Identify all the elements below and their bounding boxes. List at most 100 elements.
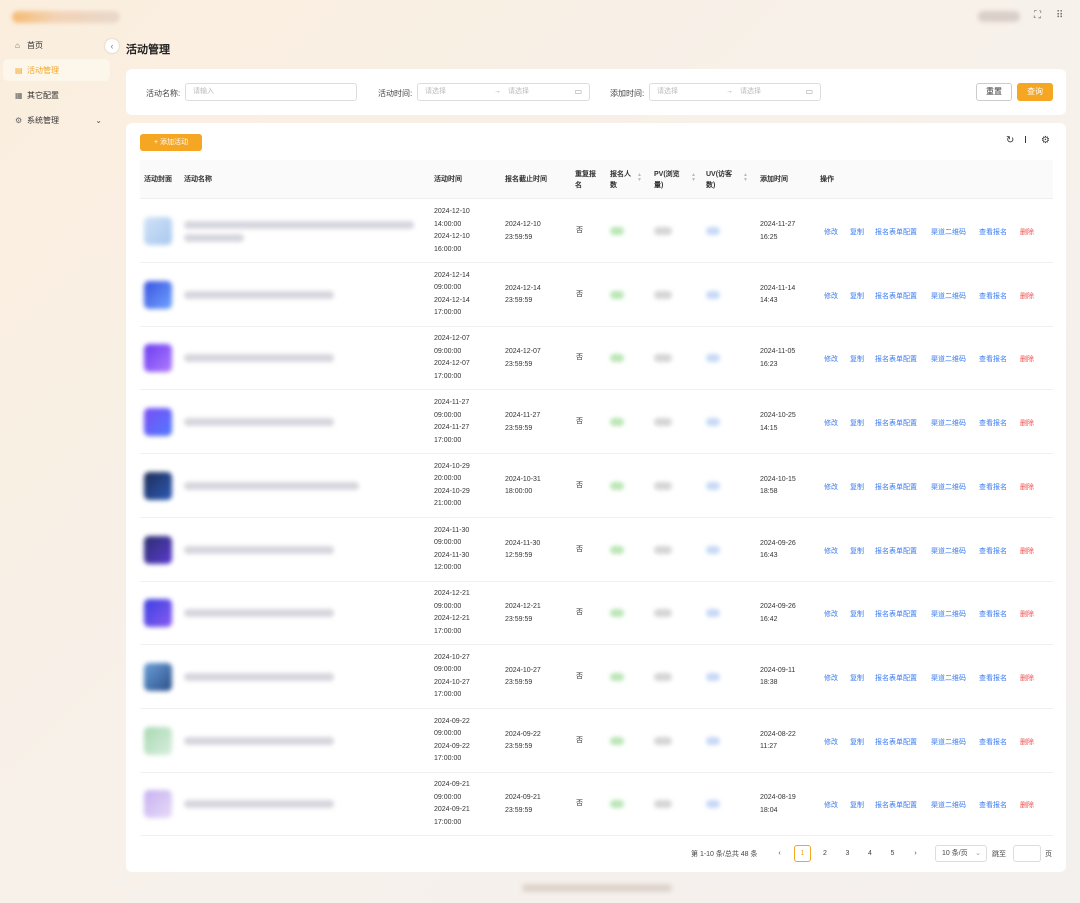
edit-button[interactable]: 修改: [824, 227, 838, 237]
delete-button[interactable]: 删除: [1020, 800, 1034, 810]
form-config-button[interactable]: 报名表单配置: [875, 418, 917, 428]
settings-icon[interactable]: ⚙: [1041, 135, 1050, 146]
search-button[interactable]: 查询: [1017, 83, 1053, 101]
copy-button[interactable]: 复制: [850, 673, 864, 683]
jump-page-input[interactable]: [1013, 845, 1041, 862]
copy-button[interactable]: 复制: [850, 482, 864, 492]
view-signups-button[interactable]: 查看报名: [979, 800, 1007, 810]
form-config-button[interactable]: 报名表单配置: [875, 354, 917, 364]
density-icon[interactable]: Ⅰ: [1024, 135, 1027, 146]
page-2-button[interactable]: 2: [817, 845, 834, 862]
delete-button[interactable]: 删除: [1020, 546, 1034, 556]
copy-button[interactable]: 复制: [850, 737, 864, 747]
channel-qrcode-button[interactable]: 渠道二维码: [931, 673, 966, 683]
form-config-button[interactable]: 报名表单配置: [875, 227, 917, 237]
form-config-button[interactable]: 报名表单配置: [875, 482, 917, 492]
activity-name[interactable]: [184, 545, 334, 554]
delete-button[interactable]: 删除: [1020, 418, 1034, 428]
more-icon[interactable]: ⠿: [1056, 10, 1063, 21]
fullscreen-icon[interactable]: ⛶: [1034, 10, 1041, 21]
user-menu[interactable]: [978, 11, 1020, 22]
form-config-button[interactable]: 报名表单配置: [875, 546, 917, 556]
edit-button[interactable]: 修改: [824, 673, 838, 683]
reset-button[interactable]: 重置: [976, 83, 1012, 101]
edit-button[interactable]: 修改: [824, 737, 838, 747]
delete-button[interactable]: 删除: [1020, 227, 1034, 237]
channel-qrcode-button[interactable]: 渠道二维码: [931, 227, 966, 237]
sidebar-item-system[interactable]: ⚙ 系统管理 ⌄: [3, 109, 110, 131]
view-signups-button[interactable]: 查看报名: [979, 482, 1007, 492]
delete-button[interactable]: 删除: [1020, 482, 1034, 492]
view-signups-button[interactable]: 查看报名: [979, 673, 1007, 683]
activity-name[interactable]: [184, 354, 334, 363]
view-signups-button[interactable]: 查看报名: [979, 291, 1007, 301]
col-signups[interactable]: 报名人数: [610, 160, 636, 199]
sort-uv-icon[interactable]: ▲ ▼: [743, 173, 748, 183]
activity-name[interactable]: [184, 221, 414, 229]
delete-button[interactable]: 删除: [1020, 737, 1034, 747]
edit-button[interactable]: 修改: [824, 482, 838, 492]
form-config-button[interactable]: 报名表单配置: [875, 291, 917, 301]
view-signups-button[interactable]: 查看报名: [979, 546, 1007, 556]
delete-button[interactable]: 删除: [1020, 291, 1034, 301]
activity-name-input[interactable]: 请输入: [185, 83, 357, 101]
channel-qrcode-button[interactable]: 渠道二维码: [931, 291, 966, 301]
sort-pv-icon[interactable]: ▲ ▼: [691, 173, 696, 183]
next-page-button[interactable]: ›: [907, 845, 924, 862]
channel-qrcode-button[interactable]: 渠道二维码: [931, 354, 966, 364]
copy-button[interactable]: 复制: [850, 418, 864, 428]
add-activity-button[interactable]: + 添加活动: [140, 134, 202, 151]
copy-button[interactable]: 复制: [850, 609, 864, 619]
edit-button[interactable]: 修改: [824, 546, 838, 556]
copy-button[interactable]: 复制: [850, 354, 864, 364]
delete-button[interactable]: 删除: [1020, 673, 1034, 683]
activity-name[interactable]: [184, 609, 334, 618]
page-1-button[interactable]: 1: [794, 845, 811, 862]
copy-button[interactable]: 复制: [850, 291, 864, 301]
view-signups-button[interactable]: 查看报名: [979, 354, 1007, 364]
page-size-select[interactable]: 10 条/页 ⌄: [935, 845, 987, 862]
edit-button[interactable]: 修改: [824, 800, 838, 810]
channel-qrcode-button[interactable]: 渠道二维码: [931, 546, 966, 556]
collapse-sidebar-button[interactable]: ‹: [105, 39, 119, 53]
channel-qrcode-button[interactable]: 渠道二维码: [931, 737, 966, 747]
activity-name[interactable]: [184, 800, 334, 809]
form-config-button[interactable]: 报名表单配置: [875, 609, 917, 619]
form-config-button[interactable]: 报名表单配置: [875, 673, 917, 683]
sort-signups-icon[interactable]: ▲ ▼: [637, 173, 642, 183]
activity-name[interactable]: [184, 672, 334, 681]
activity-name[interactable]: [184, 418, 334, 427]
page-3-button[interactable]: 3: [839, 845, 856, 862]
page-4-button[interactable]: 4: [862, 845, 879, 862]
copy-button[interactable]: 复制: [850, 800, 864, 810]
channel-qrcode-button[interactable]: 渠道二维码: [931, 609, 966, 619]
channel-qrcode-button[interactable]: 渠道二维码: [931, 482, 966, 492]
sidebar-item-activity[interactable]: ▤ 活动管理: [3, 59, 110, 81]
activity-name[interactable]: [184, 736, 334, 745]
prev-page-button[interactable]: ‹: [771, 845, 788, 862]
delete-button[interactable]: 删除: [1020, 609, 1034, 619]
activity-time-range[interactable]: 请选择 → 请选择 ▭: [417, 83, 590, 101]
sidebar-item-home[interactable]: ⌂ 首页: [3, 34, 110, 56]
view-signups-button[interactable]: 查看报名: [979, 737, 1007, 747]
edit-button[interactable]: 修改: [824, 609, 838, 619]
edit-button[interactable]: 修改: [824, 354, 838, 364]
form-config-button[interactable]: 报名表单配置: [875, 800, 917, 810]
edit-button[interactable]: 修改: [824, 418, 838, 428]
view-signups-button[interactable]: 查看报名: [979, 418, 1007, 428]
view-signups-button[interactable]: 查看报名: [979, 609, 1007, 619]
refresh-icon[interactable]: ↻: [1006, 135, 1014, 146]
page-5-button[interactable]: 5: [884, 845, 901, 862]
channel-qrcode-button[interactable]: 渠道二维码: [931, 418, 966, 428]
col-uv[interactable]: UV(访客数): [706, 160, 740, 199]
sidebar-item-other-config[interactable]: ▦ 其它配置: [3, 84, 110, 106]
add-time-range[interactable]: 请选择 → 请选择 ▭: [649, 83, 821, 101]
view-signups-button[interactable]: 查看报名: [979, 227, 1007, 237]
edit-button[interactable]: 修改: [824, 291, 838, 301]
activity-name[interactable]: [184, 481, 359, 490]
copy-button[interactable]: 复制: [850, 546, 864, 556]
col-pv[interactable]: PV(浏览量): [654, 160, 688, 199]
copy-button[interactable]: 复制: [850, 227, 864, 237]
channel-qrcode-button[interactable]: 渠道二维码: [931, 800, 966, 810]
activity-name[interactable]: [184, 290, 334, 299]
